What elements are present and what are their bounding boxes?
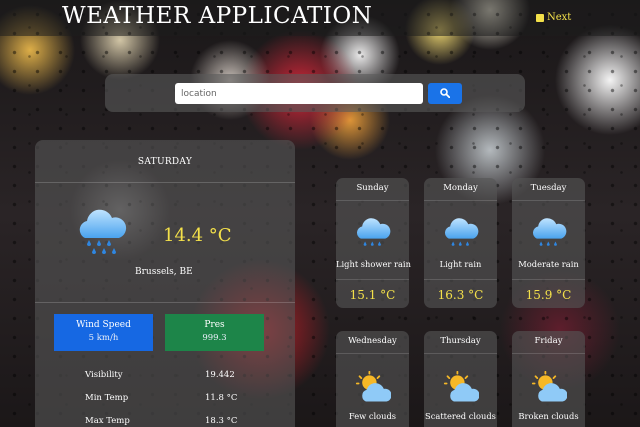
max-temp-value: 18.3 °C — [205, 416, 238, 426]
forecast-day: Sunday — [356, 183, 389, 193]
search-button[interactable] — [428, 83, 462, 104]
search-input[interactable] — [175, 83, 423, 104]
forecast-temperature: 15.1 °C — [349, 288, 396, 302]
forecast-day: Wednesday — [348, 336, 397, 346]
forecast-temperature: 15.9 °C — [525, 288, 572, 302]
visibility-value: 19.442 — [205, 370, 235, 380]
divider — [336, 353, 409, 354]
pressure-value: 999.3 — [202, 333, 227, 343]
sun-cloud-icon — [355, 371, 391, 402]
forecast-card-wednesday: Wednesday Few clouds — [336, 331, 409, 427]
top-bar: WEATHER APPLICATION Next — [0, 0, 640, 36]
forecast-card-friday: Friday Broken clouds — [512, 331, 585, 427]
divider — [512, 200, 585, 201]
forecast-description: Scattered clouds — [425, 411, 496, 421]
next-label: Next — [547, 12, 572, 23]
pressure-label: Pres — [204, 320, 225, 330]
image-icon — [536, 13, 544, 22]
next-link[interactable]: Next — [536, 12, 571, 23]
sun-cloud-icon — [531, 371, 567, 402]
rain-cloud-icon — [79, 209, 127, 254]
rain-cloud-icon — [356, 218, 391, 246]
max-temp-label: Max Temp — [85, 416, 130, 426]
divider — [424, 279, 497, 280]
divider — [336, 279, 409, 280]
forecast-description: Broken clouds — [518, 411, 579, 421]
forecast-day: Thursday — [440, 336, 481, 346]
current-temperature: 14.4 °C — [163, 225, 232, 246]
pressure-box: Pres 999.3 — [165, 314, 264, 351]
divider — [35, 302, 295, 303]
sun-cloud-icon — [443, 371, 479, 402]
divider — [35, 182, 295, 183]
app-title: WEATHER APPLICATION — [62, 3, 373, 29]
search-panel — [105, 74, 525, 112]
wind-speed-label: Wind Speed — [76, 320, 131, 330]
wind-speed-box: Wind Speed 5 km/h — [54, 314, 153, 351]
forecast-description: Few clouds — [348, 411, 397, 421]
wind-speed-value: 5 km/h — [88, 333, 119, 343]
divider — [336, 200, 409, 201]
forecast-day: Tuesday — [530, 183, 567, 193]
rain-cloud-icon — [444, 218, 479, 246]
forecast-description: Moderate rain — [518, 259, 579, 269]
forecast-card-sunday: Sunday Light shower rain 15.1 °C — [336, 178, 411, 308]
divider — [512, 279, 585, 280]
search-icon — [440, 88, 450, 98]
current-weather-panel: SATURDAY 14.4 °C Brussels, BE Wind Speed… — [35, 140, 295, 427]
divider — [512, 353, 585, 354]
divider — [424, 200, 497, 201]
visibility-label: Visibility — [85, 370, 123, 380]
forecast-card-thursday: Thursday Scattered clouds — [424, 331, 497, 427]
rain-cloud-icon — [532, 218, 567, 246]
current-location: Brussels, BE — [135, 267, 193, 277]
current-day: SATURDAY — [137, 157, 193, 167]
forecast-description: Light shower rain — [336, 259, 411, 269]
forecast-temperature: 16.3 °C — [437, 288, 484, 302]
divider — [424, 353, 497, 354]
forecast-card-monday: Monday Light rain 16.3 °C — [424, 178, 497, 308]
forecast-day: Friday — [534, 336, 563, 346]
forecast-card-tuesday: Tuesday Moderate rain 15.9 °C — [512, 178, 585, 308]
min-temp-label: Min Temp — [85, 393, 129, 403]
min-temp-value: 11.8 °C — [205, 393, 238, 403]
forecast-day: Monday — [443, 183, 478, 193]
forecast-description: Light rain — [439, 259, 482, 269]
